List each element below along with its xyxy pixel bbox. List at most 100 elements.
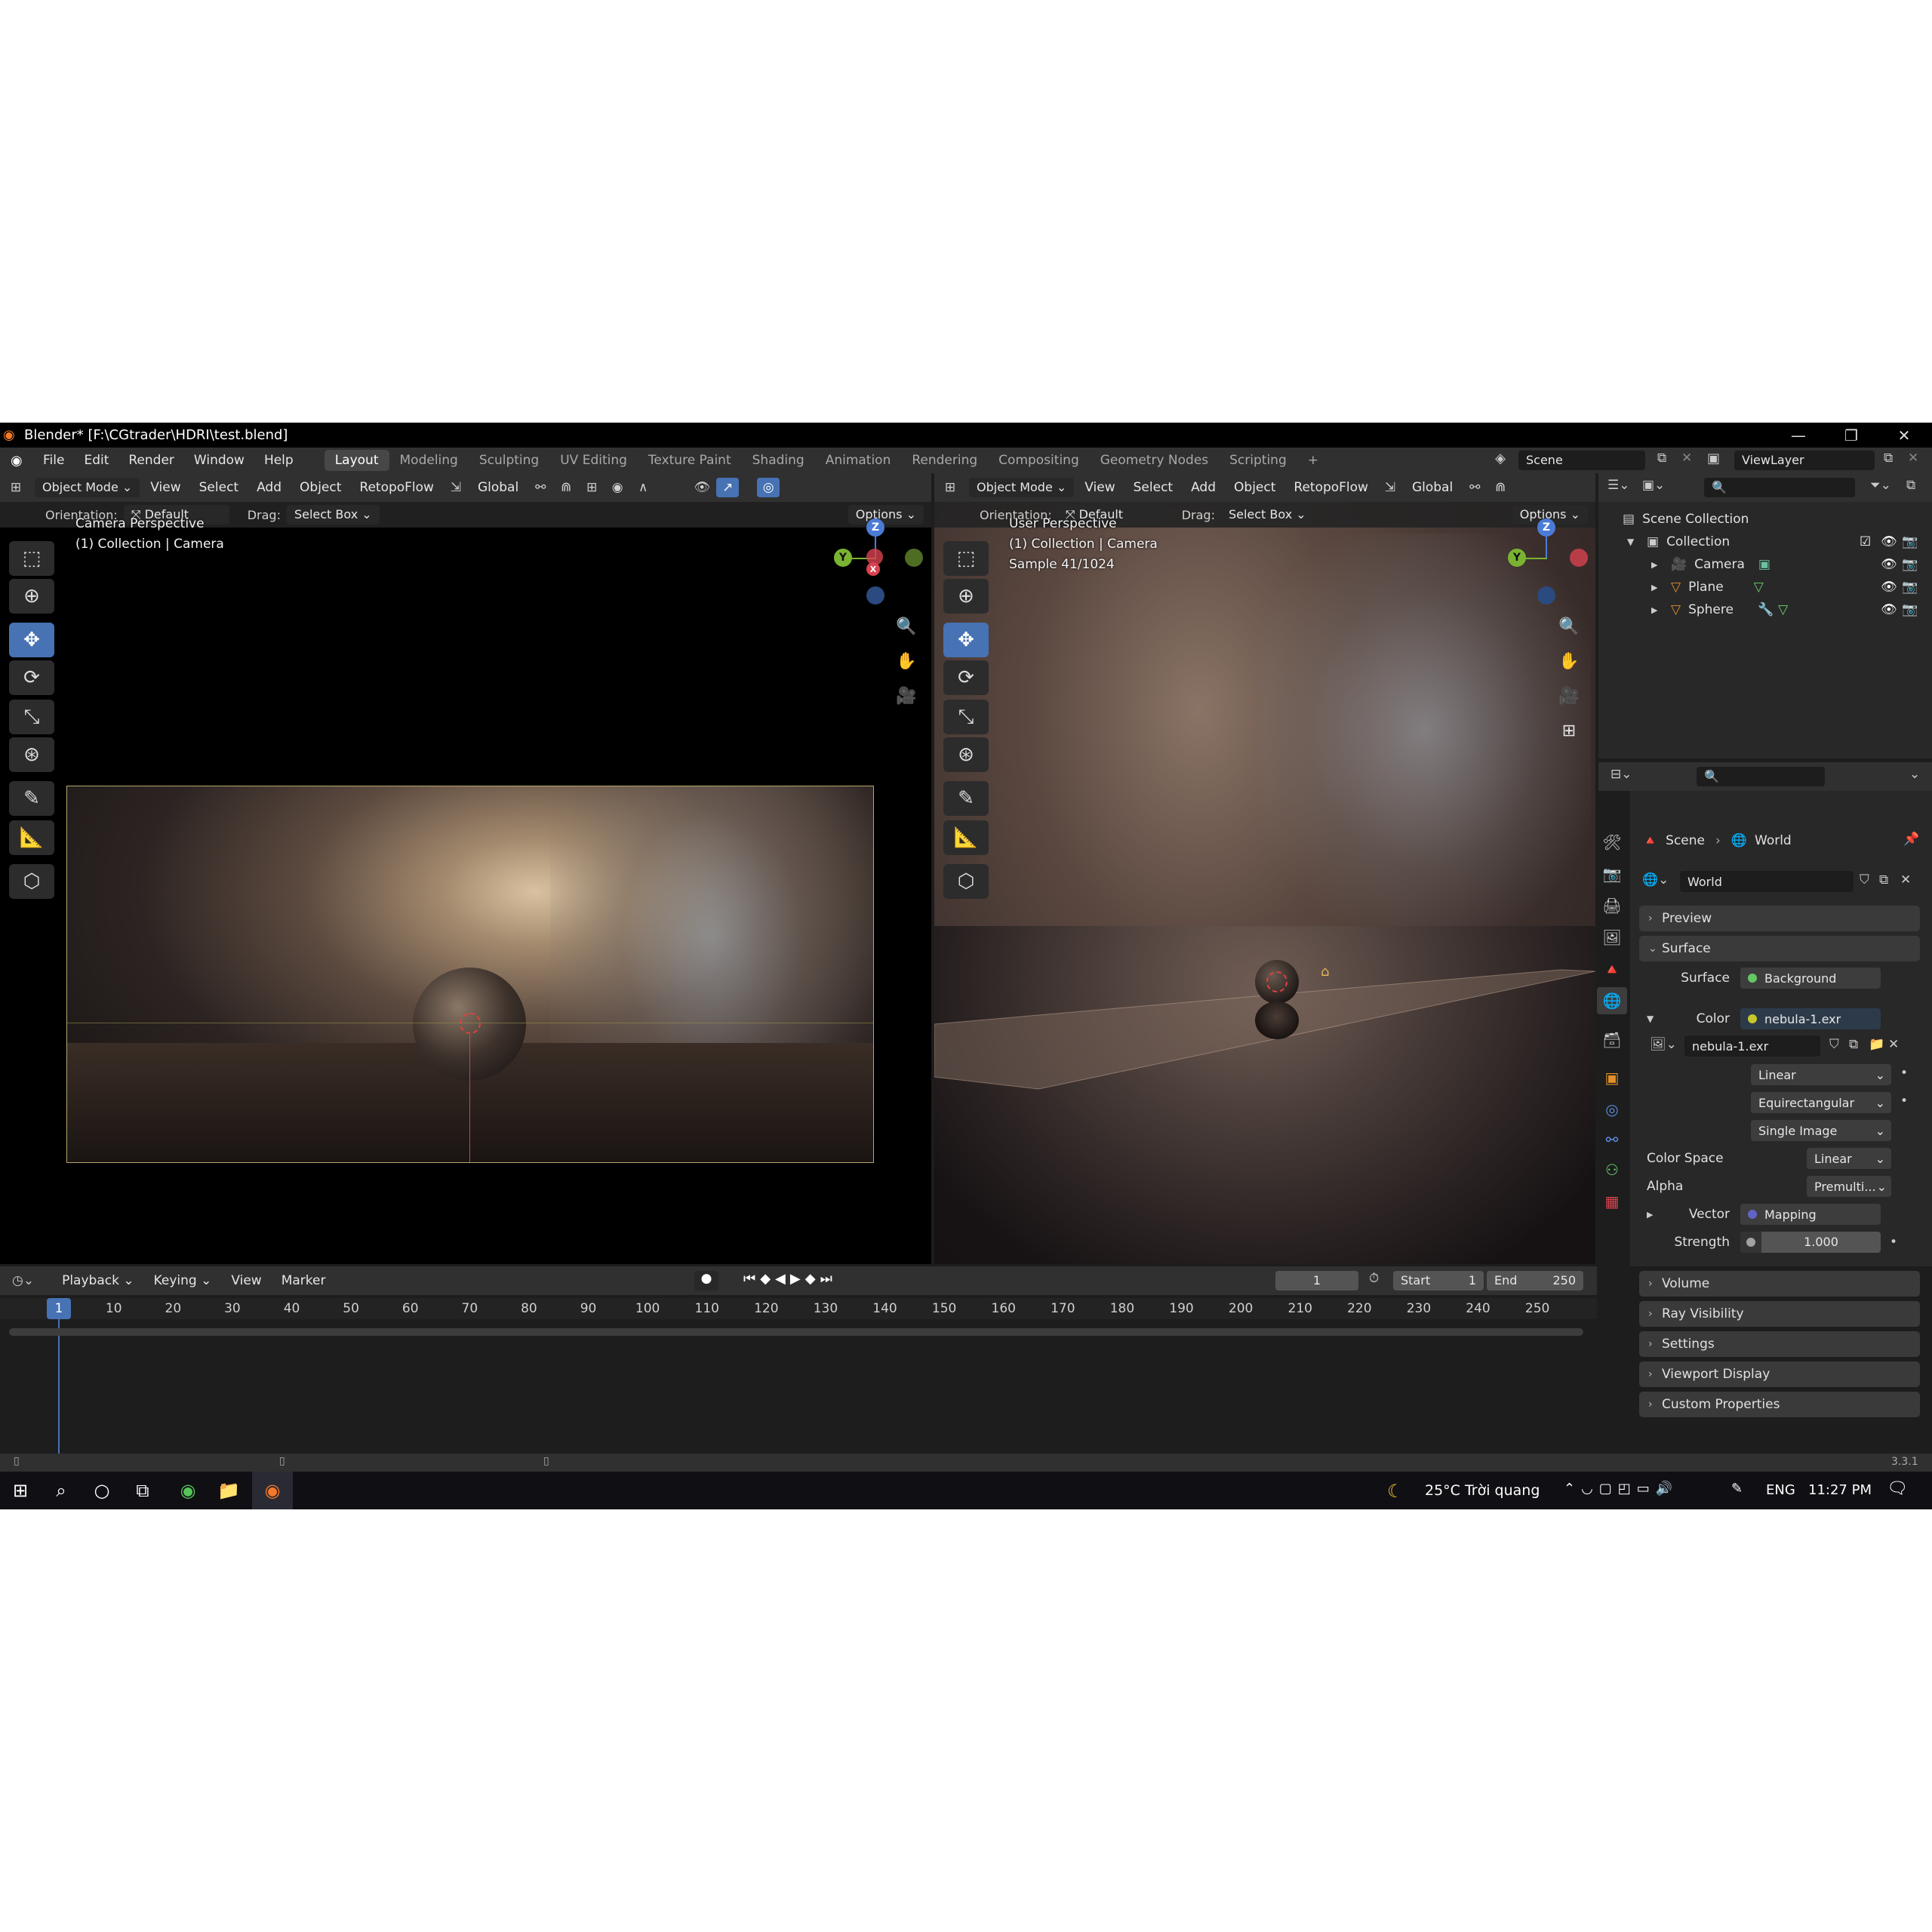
cortana-icon[interactable]: ○ [82,1472,122,1509]
collection-checkbox-icon[interactable]: ☑ [1860,534,1871,549]
notification-icon[interactable]: 🗨 [1887,1479,1908,1498]
image-duplicate-icon[interactable]: ⧉ [1849,1037,1858,1052]
falloff-icon[interactable]: ∧ [632,478,654,497]
gizmo-z-neg-icon[interactable] [866,586,884,605]
section-settings[interactable]: › Settings [1639,1331,1920,1357]
transform-icon[interactable]: ⊛ [9,737,54,772]
transform-orientation[interactable]: Global [470,477,526,498]
blender-taskbar-icon[interactable]: ◉ [252,1472,293,1509]
scene-selector-icon[interactable]: ◈ [1487,451,1514,470]
browser-icon[interactable]: ◉ [168,1472,208,1509]
overlay-toggle-icon[interactable]: ◎ [757,478,780,497]
section-preview[interactable]: › Preview [1639,906,1920,931]
remove-scene-icon[interactable]: ✕ [1681,451,1692,466]
move-icon-right[interactable]: ✥ [943,623,989,657]
properties-options-icon[interactable]: ⌄ [1909,767,1920,782]
plane-render-icon[interactable]: 📷 [1902,580,1918,595]
color-expand-icon[interactable]: ▼ [1639,1014,1657,1024]
pen-icon[interactable]: ✎ [1731,1481,1743,1497]
object-tab-icon[interactable]: ▣ [1597,1064,1627,1091]
section-surface[interactable]: ⌄ Surface [1639,936,1920,961]
drag-dropdown-right[interactable]: Select Box ⌄ [1220,505,1314,525]
new-scene-icon[interactable]: ⧉ [1657,451,1666,466]
camera-render-icon[interactable]: 📷 [1902,557,1918,572]
camera-eye-icon[interactable]: 👁 [1881,557,1897,572]
expand-collection-icon[interactable]: ▼ [1627,537,1639,547]
pan-hand-icon-right[interactable]: ✋ [1556,648,1582,674]
section-ray-visibility[interactable]: › Ray Visibility [1639,1301,1920,1327]
strength-keyframe-icon[interactable]: • [1890,1235,1897,1250]
strength-field[interactable]: 1.000 [1740,1232,1881,1253]
select-box-icon[interactable]: ⬚ [9,541,54,576]
viewport-right[interactable]: ⌂ ⊞ Object Mode ⌄ View Select Add Object… [934,473,1595,1264]
world-browse-icon[interactable]: 🌐⌄ [1642,872,1669,888]
camera-view-icon-right[interactable]: 🎥 [1556,683,1582,709]
tab-scripting[interactable]: Scripting [1219,450,1297,471]
output-tab-icon[interactable]: 🖨 [1597,892,1627,919]
section-volume[interactable]: › Volume [1639,1271,1920,1297]
tab-uv-editing[interactable]: UV Editing [549,450,638,471]
gizmo-toggle-icon[interactable]: ↗ [716,478,740,497]
scene-tab-icon[interactable]: 🔺 [1597,955,1627,983]
system-tray-icons[interactable]: ⌃◡▢◰▭🔊 [1564,1481,1678,1497]
gizmo-z-icon[interactable]: Z [866,518,884,537]
texture-tab-icon[interactable]: ▦ [1597,1188,1627,1215]
expand-sphere-icon[interactable]: ▶ [1651,605,1663,615]
transform-pivot-icon[interactable]: ⇲ [445,478,467,497]
editor-type-icon[interactable]: ⊞ [5,478,27,497]
menu-playback[interactable]: Playback ⌄ [52,1268,144,1294]
annotate-icon-right[interactable]: ✎ [943,781,989,816]
annotate-icon[interactable]: ✎ [9,781,54,816]
sphere-eye-icon[interactable]: 👁 [1881,602,1897,617]
menu-keying[interactable]: Keying ⌄ [144,1268,222,1294]
surface-shader-field[interactable]: Background [1740,968,1881,989]
snap-increment-icon[interactable]: ⊞ [580,478,603,497]
tab-modeling[interactable]: Modeling [389,450,469,471]
gizmo-x-icon-right[interactable] [1570,549,1588,567]
weather-moon-icon[interactable]: ☾ [1387,1481,1404,1502]
filter-icon[interactable]: ⏷⌄ [1870,478,1891,493]
color-link-field[interactable]: nebula-1.exr [1740,1008,1881,1029]
gizmo-y-icon[interactable]: Y [834,549,852,567]
search-icon[interactable]: ⌕ [41,1472,82,1509]
viewlayer-icon[interactable]: ▣ [1707,451,1720,466]
outliner-item-plane[interactable]: ▶ ▽ Plane ▽ 👁 📷 [1598,576,1923,598]
physics-tab-icon[interactable]: ◎ [1597,1096,1627,1123]
outliner-item-sphere[interactable]: ▶ ▽ Sphere 🔧 ▽ 👁 📷 [1598,598,1923,621]
menu-add[interactable]: Add [249,477,289,498]
snap-link-icon[interactable]: ⚯ [529,478,552,497]
new-collection-icon[interactable]: ⧉ [1906,478,1915,493]
plane-eye-icon[interactable]: 👁 [1881,580,1897,595]
scene-field[interactable]: Scene [1518,451,1645,470]
section-viewport-display[interactable]: › Viewport Display [1639,1361,1920,1387]
transform-icon-right[interactable]: ⊛ [943,737,989,772]
outliner-scene-collection[interactable]: ▤ Scene Collection [1598,508,1923,531]
play-icon[interactable]: ▶ [790,1271,805,1287]
vector-link-field[interactable]: Mapping [1740,1204,1881,1225]
move-icon[interactable]: ✥ [9,623,54,657]
section-custom-properties[interactable]: › Custom Properties [1639,1392,1920,1417]
sphere-render-icon[interactable]: 📷 [1902,602,1918,617]
image-browse-icon[interactable]: 🖼⌄ [1650,1037,1677,1052]
plane-object[interactable] [934,473,1595,1264]
new-viewlayer-icon[interactable]: ⧉ [1884,451,1893,466]
tab-geometry-nodes[interactable]: Geometry Nodes [1090,450,1219,471]
duplicate-world-icon[interactable]: ⧉ [1879,872,1888,888]
menu-render[interactable]: Render [118,448,184,473]
pan-hand-icon[interactable]: ✋ [894,648,919,674]
minimize-icon[interactable]: — [1772,423,1825,448]
outliner-item-camera[interactable]: ▶ 🎥 Camera ▣ 👁 📷 [1598,553,1923,576]
tab-shading[interactable]: Shading [742,450,815,471]
task-view-icon[interactable]: ⧉ [122,1472,163,1509]
menu-retopoflow[interactable]: RetopoFlow [352,477,441,498]
viewport-left[interactable]: ⊞ Object Mode ⌄ View Select Add Object R… [0,473,931,1264]
tab-compositing[interactable]: Compositing [988,450,1090,471]
zoom-icon-right[interactable]: 🔍 [1556,614,1582,639]
collection-camera-icon[interactable]: 📷 [1902,534,1918,549]
menu-object[interactable]: Object [292,477,349,498]
colorspace-dropdown[interactable]: Linear ⌄ [1807,1148,1891,1169]
timeline-area[interactable]: 1 10 20 30 40 50 60 70 80 90 100 110 120 130 140 150 160… [0,1295,1597,1454]
windows-start-icon[interactable]: ⊞ [0,1472,41,1509]
outliner-collection[interactable]: ▼ ▣ Collection ☑ 👁 📷 [1598,531,1923,553]
blender-menu-icon[interactable]: ◉ [11,453,26,469]
